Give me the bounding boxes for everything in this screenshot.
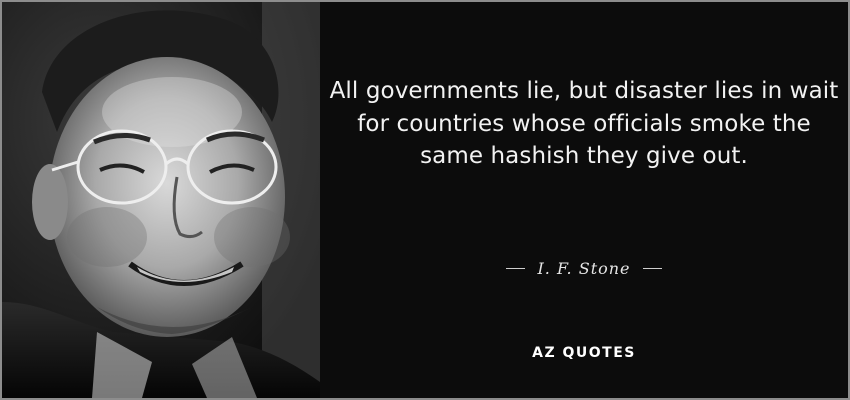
azquotes-logo: AZ QUOTES [532, 345, 636, 361]
author-name[interactable]: I. F. Stone [537, 259, 630, 278]
quote-text: All governments lie, but disaster lies i… [329, 78, 839, 169]
quote-area: All governments lie, but disaster lies i… [320, 2, 848, 398]
left-dash-divider [506, 267, 526, 269]
author-portrait [2, 2, 320, 398]
right-dash-divider [642, 267, 662, 269]
author-attribution: I. F. Stone [320, 255, 848, 281]
quote-card: All governments lie, but disaster lies i… [0, 0, 850, 400]
